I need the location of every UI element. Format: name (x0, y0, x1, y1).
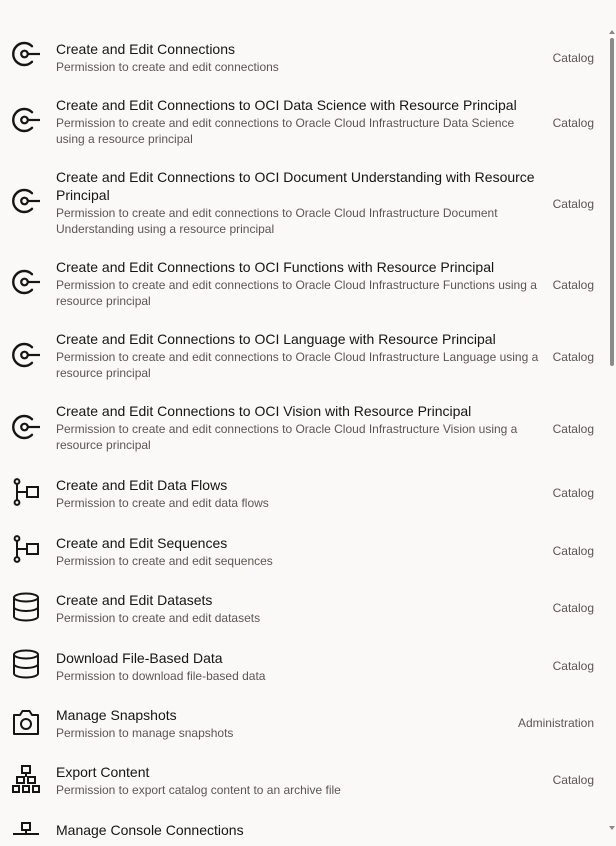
permission-row[interactable]: Manage Snapshots Permission to manage sn… (0, 702, 608, 746)
permission-description: Permission to create and edit connection… (56, 350, 539, 380)
permission-title: Create and Edit Connections (56, 41, 235, 57)
permission-category: Administration (517, 716, 594, 730)
database-icon (11, 592, 41, 622)
permission-category: Catalog (552, 486, 594, 500)
permission-row[interactable]: Create and Edit Connections to OCI Docum… (0, 165, 608, 245)
permission-title: Create and Edit Connections to OCI Funct… (56, 259, 495, 275)
permission-category: Catalog (552, 278, 594, 292)
permission-row[interactable]: Manage Console Connections (0, 817, 608, 846)
permission-title: Download File-Based Data (56, 650, 223, 666)
permission-title: Create and Edit Connections to OCI Data … (56, 97, 517, 113)
permission-description: Permission to create and edit datasets (56, 611, 261, 625)
hierarchy-icon (11, 764, 41, 794)
permission-title: Create and Edit Datasets (56, 592, 213, 608)
permission-row[interactable]: Create and Edit Connections to OCI Data … (0, 92, 608, 154)
permission-description: Permission to create and edit connection… (56, 422, 518, 452)
permission-row[interactable]: Create and Edit Connections to OCI Visio… (0, 399, 608, 461)
connection-icon (11, 186, 41, 216)
permission-row[interactable]: Create and Edit Sequences Permission to … (0, 530, 608, 574)
permission-description: Permission to create and edit connection… (56, 206, 498, 236)
permission-title: Create and Edit Data Flows (56, 477, 228, 493)
permission-row[interactable]: Create and Edit Data Flows Permission to… (0, 472, 608, 516)
permission-row[interactable]: Create and Edit Connections to OCI Funct… (0, 255, 608, 317)
permission-row[interactable]: Export Content Permission to export cata… (0, 759, 608, 803)
permission-title: Export Content (56, 764, 150, 780)
permission-description: Permission to create and edit connection… (56, 116, 515, 146)
permission-category: Catalog (552, 51, 594, 65)
scrollbar-thumb[interactable] (610, 38, 614, 366)
permission-category: Catalog (552, 350, 594, 364)
permission-row[interactable]: Create and Edit Connections Permission t… (0, 36, 608, 80)
permission-title: Manage Console Connections (56, 822, 244, 838)
permission-category: Catalog (552, 116, 594, 130)
database-icon (11, 649, 41, 679)
connection-icon (11, 267, 41, 297)
permission-category: Catalog (552, 601, 594, 615)
permission-row[interactable]: Download File-Based Data Permission to d… (0, 645, 608, 689)
connection-icon (11, 340, 41, 370)
permission-description: Permission to create and edit sequences (56, 554, 273, 568)
permission-row[interactable]: Create and Edit Datasets Permission to c… (0, 587, 608, 631)
permission-row[interactable]: Create and Edit Connections to OCI Langu… (0, 327, 608, 389)
permission-title: Manage Snapshots (56, 707, 177, 723)
permission-title: Create and Edit Connections to OCI Langu… (56, 331, 496, 347)
permission-category: Catalog (552, 197, 594, 211)
permission-category: Catalog (552, 544, 594, 558)
permission-title: Create and Edit Sequences (56, 535, 228, 551)
permission-description: Permission to create and edit data flows (56, 496, 269, 510)
connection-icon (11, 412, 41, 442)
vertical-scrollbar[interactable] (608, 0, 616, 846)
data-flow-icon (11, 534, 41, 564)
permission-description: Permission to export catalog content to … (56, 783, 341, 797)
connection-icon (11, 105, 41, 135)
scroll-down-arrow-icon[interactable] (609, 826, 615, 830)
permission-category: Catalog (552, 422, 594, 436)
permission-description: Permission to create and edit connection… (56, 278, 537, 308)
permission-description: Permission to manage snapshots (56, 726, 234, 740)
permission-title: Create and Edit Connections to OCI Docum… (56, 169, 535, 203)
camera-icon (11, 707, 41, 737)
scroll-up-arrow-icon[interactable] (609, 30, 615, 34)
permission-description: Permission to download file-based data (56, 669, 266, 683)
data-flow-icon (11, 477, 41, 507)
console-icon (11, 822, 41, 846)
permission-title: Create and Edit Connections to OCI Visio… (56, 403, 472, 419)
permission-category: Catalog (552, 659, 594, 673)
permission-description: Permission to create and edit connection… (56, 60, 279, 74)
permission-category: Catalog (552, 773, 594, 787)
connection-icon (11, 39, 41, 69)
